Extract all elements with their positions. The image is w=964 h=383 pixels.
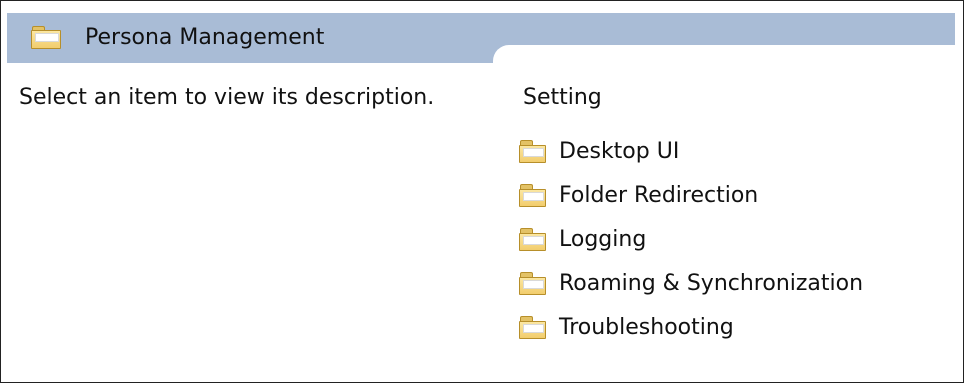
folder-icon bbox=[519, 316, 546, 339]
list-item-label: Desktop UI bbox=[559, 138, 680, 164]
list-item-roaming-synchronization[interactable]: Roaming & Synchronization bbox=[519, 261, 863, 305]
folder-icon bbox=[519, 228, 546, 251]
folder-icon bbox=[519, 184, 546, 207]
list-item-troubleshooting[interactable]: Troubleshooting bbox=[519, 305, 863, 349]
folder-icon bbox=[31, 26, 61, 49]
list-item-folder-redirection[interactable]: Folder Redirection bbox=[519, 173, 863, 217]
list-item-label: Roaming & Synchronization bbox=[559, 270, 864, 296]
setting-column-header[interactable]: Setting bbox=[523, 85, 602, 110]
header-tab-cutout bbox=[493, 45, 955, 69]
list-item-label: Logging bbox=[559, 226, 647, 252]
list-item-label: Troubleshooting bbox=[559, 314, 734, 340]
folder-icon bbox=[519, 140, 546, 163]
settings-list: Desktop UI Folder Redirection Logging Ro… bbox=[519, 129, 863, 349]
list-item-logging[interactable]: Logging bbox=[519, 217, 863, 261]
list-item-label: Folder Redirection bbox=[559, 182, 759, 208]
folder-icon bbox=[519, 272, 546, 295]
description-text: Select an item to view its description. bbox=[19, 85, 435, 110]
persona-management-panel: Persona Management Select an item to vie… bbox=[0, 0, 964, 383]
page-title: Persona Management bbox=[85, 24, 325, 50]
header-title-area: Persona Management bbox=[31, 15, 324, 59]
list-item-desktop-ui[interactable]: Desktop UI bbox=[519, 129, 863, 173]
